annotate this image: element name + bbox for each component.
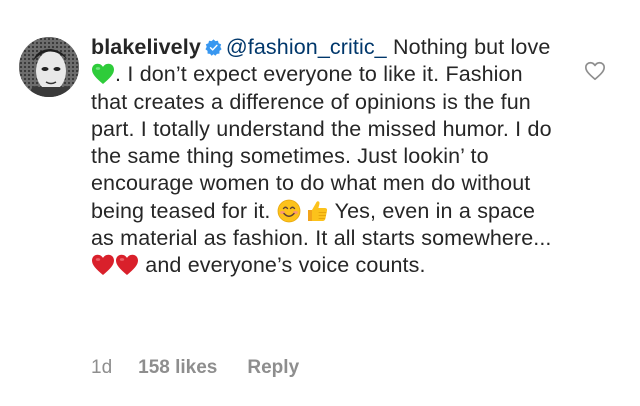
green-heart-icon <box>92 64 114 85</box>
like-comment-button[interactable] <box>584 60 606 82</box>
red-heart-icon <box>116 255 138 276</box>
comment: blakelively @fashion_critic_ Nothing but… <box>0 0 640 406</box>
avatar-image <box>19 37 79 97</box>
mention-link[interactable]: @fashion_critic_ <box>226 35 387 59</box>
red-heart-icon <box>92 255 114 276</box>
heart-outline-icon <box>585 61 605 81</box>
comment-meta: 1d 158 likes Reply <box>91 357 299 379</box>
comment-text-part: and everyone’s voice counts. <box>139 253 426 278</box>
thumbs-up-icon <box>307 200 327 221</box>
comment-likes-count[interactable]: 158 likes <box>138 357 217 379</box>
avatar[interactable] <box>19 37 79 97</box>
comment-text-part: Nothing but love <box>386 35 551 59</box>
reply-button[interactable]: Reply <box>247 357 299 379</box>
smiling-face-icon <box>277 199 301 223</box>
comment-body: blakelively @fashion_critic_ Nothing but… <box>91 34 561 280</box>
verified-badge-icon <box>205 39 222 56</box>
username[interactable]: blakelively <box>91 35 201 59</box>
comment-timestamp: 1d <box>91 357 113 378</box>
